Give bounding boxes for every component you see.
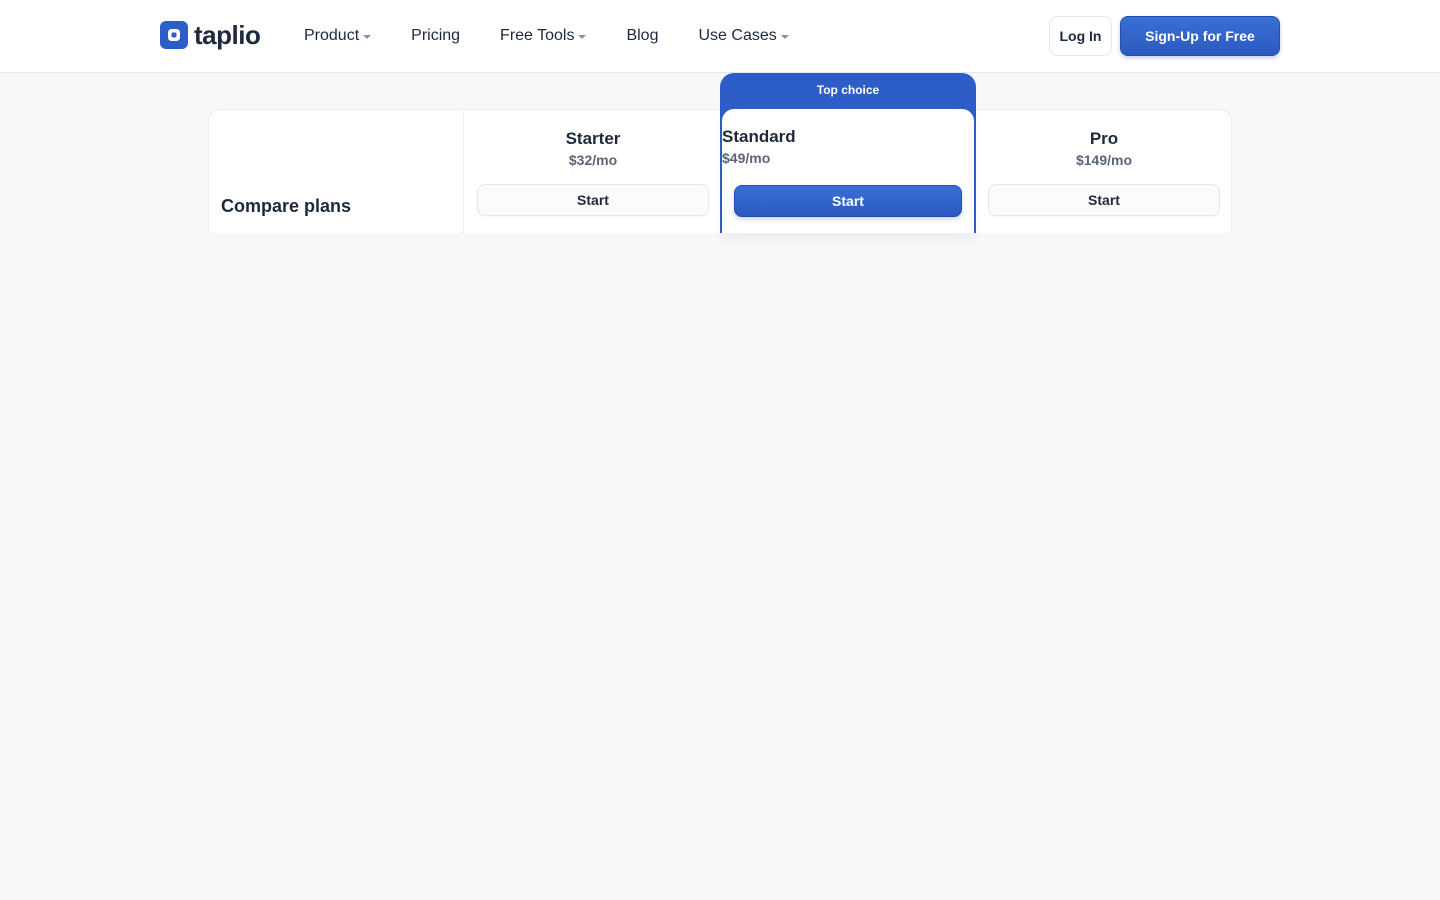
nav-item-label: Blog [626, 27, 659, 44]
taplio-logo[interactable]: taplio [160, 20, 261, 50]
nav-item-label: Pricing [411, 27, 461, 44]
plan-price: $49/mo [722, 150, 771, 166]
nav-item-blog[interactable]: Blog [626, 24, 658, 48]
top-choice-badge: Top choice [816, 83, 880, 97]
start-starter-button[interactable]: Start [477, 184, 709, 216]
logo-wordmark: taplio [194, 20, 261, 50]
main-nav: Product Pricing Free Tools Blog Use Case… [304, 24, 829, 48]
plan-name: Starter [565, 129, 621, 148]
plan-column-starter: Starter $32/mo Start [465, 110, 721, 234]
plan-name: Pro [1089, 129, 1119, 148]
plan-price: $149/mo [1075, 152, 1133, 168]
plan-name: Standard [722, 127, 796, 146]
compare-plans-title: Compare plans [221, 196, 352, 216]
nav-item-label: Use Cases [698, 27, 777, 44]
signup-button[interactable]: Sign-Up for Free [1120, 16, 1280, 56]
nav-item-label: Product [304, 27, 360, 44]
nav-item-use-cases[interactable]: Use Cases [698, 24, 789, 48]
plan-column-pro: Pro $149/mo Start [976, 110, 1232, 234]
logo-square-icon [160, 21, 188, 49]
caret-down-icon [363, 35, 372, 39]
site-header: taplio Product Pricing Free Tools Blog U… [0, 0, 1440, 73]
nav-item-label: Free Tools [500, 27, 575, 44]
nav-item-product[interactable]: Product [304, 24, 372, 48]
plan-price: $32/mo [568, 152, 618, 168]
nav-item-pricing[interactable]: Pricing [411, 24, 460, 48]
featured-plan-card: Standard $49/mo Start [722, 109, 974, 233]
caret-down-icon [578, 35, 587, 39]
start-pro-button[interactable]: Start [988, 184, 1220, 216]
caret-down-icon [780, 35, 789, 39]
start-standard-button[interactable]: Start [734, 185, 962, 217]
nav-item-free-tools[interactable]: Free Tools [500, 24, 587, 48]
plan-column-standard: Top choice Standard $49/mo Start [720, 73, 976, 233]
login-button[interactable]: Log In [1049, 16, 1112, 56]
compare-title-cell: Compare plans [209, 110, 464, 234]
